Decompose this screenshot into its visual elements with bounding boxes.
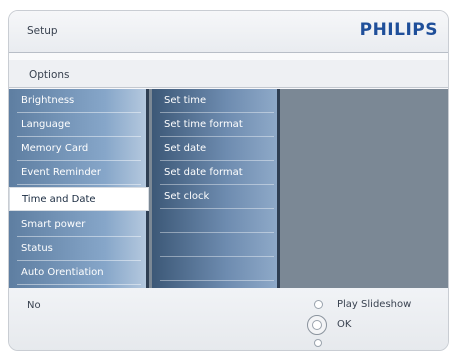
submenu-item-set-clock[interactable]: Set clock: [152, 185, 280, 209]
play-slideshow-label: Play Slideshow: [337, 299, 412, 310]
brand-logo: PHILIPS: [359, 20, 438, 40]
subheader: Options: [9, 60, 448, 88]
menu-area: Brightness Language Memory Card Event Re…: [9, 89, 448, 288]
menu-item-brightness[interactable]: Brightness: [9, 89, 149, 113]
ok-button-icon: [307, 315, 327, 335]
menu-item-smart-power[interactable]: Smart power: [9, 213, 149, 237]
submenu-item-set-date[interactable]: Set date: [152, 137, 280, 161]
time-date-submenu: Set time Set time format Set date Set da…: [152, 89, 280, 288]
submenu-item-set-date-format[interactable]: Set date format: [152, 161, 280, 185]
menu-item-status[interactable]: Status: [9, 237, 149, 261]
menu-item-memory-card[interactable]: Memory Card: [9, 137, 149, 161]
status-no: No: [27, 300, 41, 311]
settings-menu: Brightness Language Memory Card Event Re…: [9, 89, 149, 288]
menu-item-event-reminder[interactable]: Event Reminder: [9, 161, 149, 185]
header: Setup PHILIPS: [9, 11, 448, 53]
menu-item-auto-orientation[interactable]: Auto Orentiation: [9, 261, 149, 285]
up-button-icon: [314, 300, 323, 309]
screen: Setup PHILIPS Options Brightness Languag…: [0, 0, 457, 361]
submenu-item-set-time-format[interactable]: Set time format: [152, 113, 280, 137]
page-title: Setup: [27, 25, 58, 37]
submenu-item-set-time[interactable]: Set time: [152, 89, 280, 113]
submenu-divider: [152, 257, 280, 281]
submenu-divider: [152, 209, 280, 233]
menu-item-language[interactable]: Language: [9, 113, 149, 137]
ok-label: OK: [337, 319, 352, 330]
down-button-icon: [314, 339, 322, 347]
section-title: Options: [29, 69, 70, 81]
footer: No Play Slideshow OK: [9, 288, 448, 350]
submenu-divider: [152, 233, 280, 257]
menu-item-time-and-date[interactable]: Time and Date: [9, 187, 149, 211]
setup-panel: Setup PHILIPS Options Brightness Languag…: [8, 10, 449, 351]
